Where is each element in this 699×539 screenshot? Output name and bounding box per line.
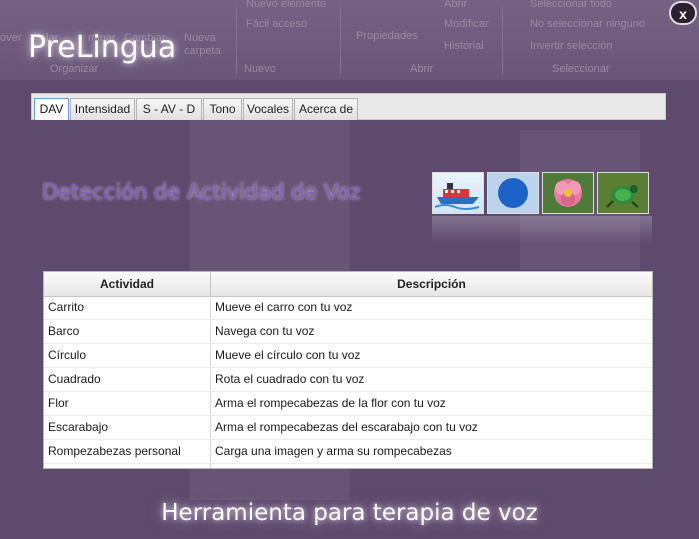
ribbon-label: over	[0, 32, 22, 44]
activity-cell: Rompezabezas personal	[48, 444, 181, 458]
ribbon-divider	[236, 6, 237, 74]
ribbon-group-label: Nuevo	[244, 63, 276, 75]
beetle-icon	[597, 172, 649, 214]
tab-acerca-de[interactable]: Acerca de	[294, 98, 358, 120]
table-row[interactable]: Círculo Mueve el círculo con tu voz	[44, 344, 652, 368]
footer-tagline: Herramienta para terapia de voz	[161, 500, 538, 526]
tab-bar: DAV Intensidad S - AV - D Tono Vocales A…	[31, 93, 666, 120]
ribbon-label: Abrir	[444, 0, 468, 10]
thumbnails-reflection	[432, 216, 652, 244]
activity-cell: Círculo	[48, 348, 87, 362]
table-row[interactable]: Carrito Mueve el carro con tu voz	[44, 296, 652, 320]
description-cell: Navega con tu voz	[215, 324, 315, 338]
ribbon-label: Propiedades	[356, 30, 418, 42]
boat-icon	[432, 172, 484, 214]
tab-intensidad[interactable]: Intensidad	[70, 98, 135, 120]
table-header: Actividad Descripción	[44, 272, 652, 297]
app-title: PreLingua	[28, 30, 177, 65]
ribbon-divider	[502, 6, 503, 74]
table-row[interactable]: Rompezabezas personal Carga una imagen y…	[44, 440, 652, 464]
section-title: Detección de Actividad de Voz	[42, 180, 361, 204]
description-cell: Mueve el círculo con tu voz	[215, 348, 361, 362]
tab-dav[interactable]: DAV	[34, 98, 69, 120]
ribbon-label: Invertir selección	[530, 40, 613, 52]
tab-tono[interactable]: Tono	[203, 98, 242, 120]
ribbon-divider	[340, 6, 341, 74]
ribbon-group-label: Abrir	[410, 63, 434, 75]
activity-cell: Escarabajo	[48, 420, 109, 434]
activity-thumbnails	[432, 172, 652, 214]
table-row[interactable]: Cuadrado Rota el cuadrado con tu voz	[44, 368, 652, 392]
ribbon-label: Historial	[444, 40, 484, 52]
activities-table: Actividad Descripción Carrito Mueve el c…	[43, 271, 653, 469]
column-header-actividad[interactable]: Actividad	[44, 272, 211, 296]
ribbon-label: Seleccionar todo	[530, 0, 612, 10]
ribbon-label: Modificar	[444, 18, 489, 30]
close-button[interactable]: x	[669, 1, 697, 25]
ribbon-label: Nuevo elemento	[246, 0, 327, 10]
table-row[interactable]: Barco Navega con tu voz	[44, 320, 652, 344]
tab-s-av-d[interactable]: S - AV - D	[136, 98, 202, 120]
table-row[interactable]: Escarabajo Arma el rompecabezas del esca…	[44, 416, 652, 440]
table-row[interactable]: Flor Arma el rompecabezas de la flor con…	[44, 392, 652, 416]
description-cell: Rota el cuadrado con tu voz	[215, 372, 365, 386]
activity-cell: Carrito	[48, 300, 85, 314]
description-cell: Arma el rompecabezas del escarabajo con …	[215, 420, 478, 434]
activity-cell: Cuadrado	[48, 372, 101, 386]
description-cell: Mueve el carro con tu voz	[215, 300, 353, 314]
ribbon-label: Fácil acceso	[246, 18, 308, 30]
column-header-descripcion[interactable]: Descripción	[211, 272, 652, 296]
ribbon-label: Nueva carpeta	[184, 32, 221, 57]
activity-cell: Barco	[48, 324, 80, 338]
flower-icon	[542, 172, 594, 214]
ribbon-label: No seleccionar ninguno	[530, 18, 645, 30]
description-cell: Arma el rompecabezas de la flor con tu v…	[215, 396, 446, 410]
tab-vocales[interactable]: Vocales	[243, 98, 293, 120]
circle-icon	[487, 172, 539, 214]
description-cell: Carga una imagen y arma su rompecabezas	[215, 444, 452, 458]
activity-cell: Flor	[48, 396, 69, 410]
ribbon-group-label: Seleccionar	[552, 63, 610, 75]
